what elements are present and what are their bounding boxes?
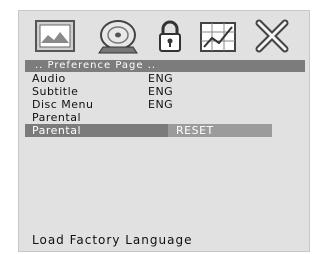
reset-option[interactable]: RESET — [168, 124, 272, 137]
menu-item-label: Subtitle — [32, 85, 79, 98]
menu-item-value: ENG — [148, 85, 174, 98]
menu-item-label: Audio — [32, 72, 66, 85]
chart-icon — [200, 22, 236, 52]
picture-icon — [35, 20, 75, 52]
menu-item-label: Disc Menu — [32, 98, 94, 111]
menu-item-parental-selected[interactable]: Parental RESET — [25, 124, 272, 137]
close-icon — [255, 19, 289, 53]
tab-rating-setup[interactable] — [155, 17, 185, 55]
tab-exit-setup[interactable] — [251, 17, 293, 55]
menu-item-subtitle[interactable]: Subtitle ENG — [32, 85, 307, 98]
menu-item-audio[interactable]: Audio ENG — [32, 72, 307, 85]
page-title: .. Preference Page .. — [25, 60, 305, 72]
lock-icon — [159, 20, 181, 52]
menu-item-parental[interactable]: Parental — [32, 111, 307, 124]
menu-item-label: Parental — [32, 124, 82, 137]
menu-item-value: ENG — [148, 72, 174, 85]
menu-item-label: Parental — [32, 111, 82, 124]
tab-video-setup[interactable] — [197, 17, 239, 55]
tab-audio-setup[interactable] — [93, 17, 143, 55]
menu-item-disc-menu[interactable]: Disc Menu ENG — [32, 98, 307, 111]
menu-item-value: ENG — [148, 98, 174, 111]
disc-icon — [98, 20, 138, 54]
setup-menu-panel: .. Preference Page .. Audio ENG Subtitle… — [18, 10, 310, 252]
status-hint: Load Factory Language — [32, 233, 193, 247]
tab-bar — [19, 11, 309, 56]
preference-menu: Audio ENG Subtitle ENG Disc Menu ENG Par… — [25, 72, 307, 137]
tab-general-setup[interactable] — [33, 17, 77, 55]
